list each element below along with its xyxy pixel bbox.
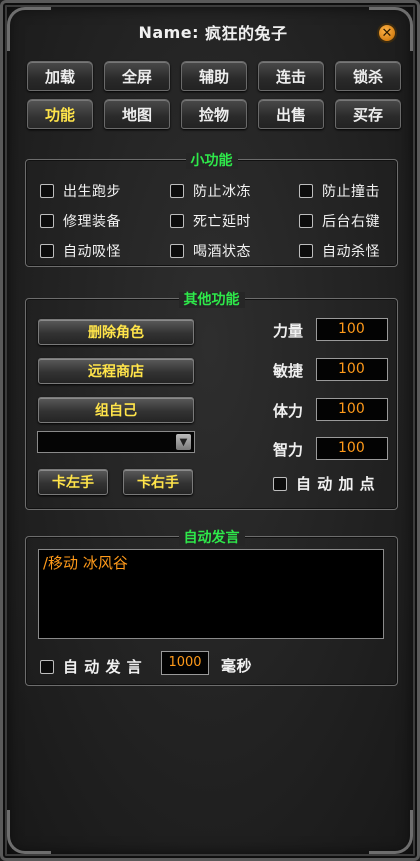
remote-shop-button[interactable]: 远程商店	[38, 358, 194, 384]
checkbox[interactable]	[170, 244, 184, 258]
auto-add-points-option[interactable]: 自 动 加 点	[273, 473, 375, 494]
group-self-button[interactable]: 组自己	[38, 397, 194, 423]
intelligence-input[interactable]: 100	[316, 437, 388, 460]
checkbox[interactable]	[40, 244, 54, 258]
tab-row-1: 加载 全屏 辅助 连击 锁杀	[27, 61, 401, 91]
option-dropdown[interactable]: ▼	[37, 431, 195, 453]
small-features-title: 小功能	[26, 150, 397, 170]
interval-input[interactable]: 1000	[161, 651, 209, 675]
message-textarea[interactable]: /移动 冰风谷	[38, 549, 384, 639]
checkbox[interactable]	[299, 244, 313, 258]
checkbox[interactable]	[40, 184, 54, 198]
tab-lock-kill[interactable]: 锁杀	[335, 61, 401, 91]
tab-assist[interactable]: 辅助	[181, 61, 247, 91]
intelligence-label: 智力	[273, 441, 304, 459]
lock-left-hand-button[interactable]: 卡左手	[38, 469, 108, 495]
helper-window: Name: 疯狂的兔子 ✕ 加载 全屏 辅助 连击 锁杀 功能 地图 捡物 出售…	[0, 0, 420, 861]
option-auto-gather-monsters[interactable]: 自动吸怪	[40, 241, 121, 261]
auto-speak-title: 自动发言	[26, 527, 397, 547]
tab-functions[interactable]: 功能	[27, 99, 93, 129]
option-prevent-freeze[interactable]: 防止冰冻	[170, 181, 251, 201]
tab-fullscreen[interactable]: 全屏	[104, 61, 170, 91]
option-background-right-click[interactable]: 后台右键	[299, 211, 380, 231]
tab-buy-store[interactable]: 买存	[335, 99, 401, 129]
checkbox[interactable]	[40, 659, 54, 674]
character-name: 疯狂的兔子	[205, 24, 288, 43]
option-auto-kill-monsters[interactable]: 自动杀怪	[299, 241, 380, 261]
option-death-delay[interactable]: 死亡延时	[170, 211, 251, 231]
tab-pickup[interactable]: 捡物	[181, 99, 247, 129]
title-bar: Name: 疯狂的兔子	[63, 17, 363, 47]
strength-label: 力量	[273, 322, 304, 340]
tab-map[interactable]: 地图	[104, 99, 170, 129]
checkbox[interactable]	[170, 184, 184, 198]
lock-right-hand-button[interactable]: 卡右手	[123, 469, 193, 495]
option-prevent-collision[interactable]: 防止撞击	[299, 181, 380, 201]
frame-corner-bottom-left	[7, 810, 51, 854]
agility-input[interactable]: 100	[316, 358, 388, 381]
title-name-label: Name:	[138, 22, 200, 42]
checkbox[interactable]	[299, 184, 313, 198]
chevron-down-icon[interactable]: ▼	[176, 434, 191, 450]
option-drunk-state[interactable]: 喝酒状态	[170, 241, 251, 261]
checkbox[interactable]	[170, 214, 184, 228]
checkbox[interactable]	[299, 214, 313, 228]
delete-role-button[interactable]: 删除角色	[38, 319, 194, 345]
frame-corner-top-left	[7, 7, 51, 51]
strength-input[interactable]: 100	[316, 318, 388, 341]
option-repair-equipment[interactable]: 修理装备	[40, 211, 121, 231]
option-spawn-run[interactable]: 出生跑步	[40, 181, 121, 201]
frame-corner-bottom-right	[369, 810, 413, 854]
tab-combo[interactable]: 连击	[258, 61, 324, 91]
stamina-input[interactable]: 100	[316, 398, 388, 421]
other-features-title: 其他功能	[26, 289, 397, 309]
tab-load[interactable]: 加载	[27, 61, 93, 91]
checkbox[interactable]	[273, 476, 287, 491]
interval-unit-label: 毫秒	[221, 657, 253, 675]
close-icon[interactable]: ✕	[377, 23, 397, 43]
auto-speak-option[interactable]: 自 动 发 言	[40, 656, 142, 677]
stamina-label: 体力	[273, 402, 304, 420]
tab-sell[interactable]: 出售	[258, 99, 324, 129]
checkbox[interactable]	[40, 214, 54, 228]
agility-label: 敏捷	[273, 362, 304, 380]
tab-row-2: 功能 地图 捡物 出售 买存	[27, 99, 401, 129]
